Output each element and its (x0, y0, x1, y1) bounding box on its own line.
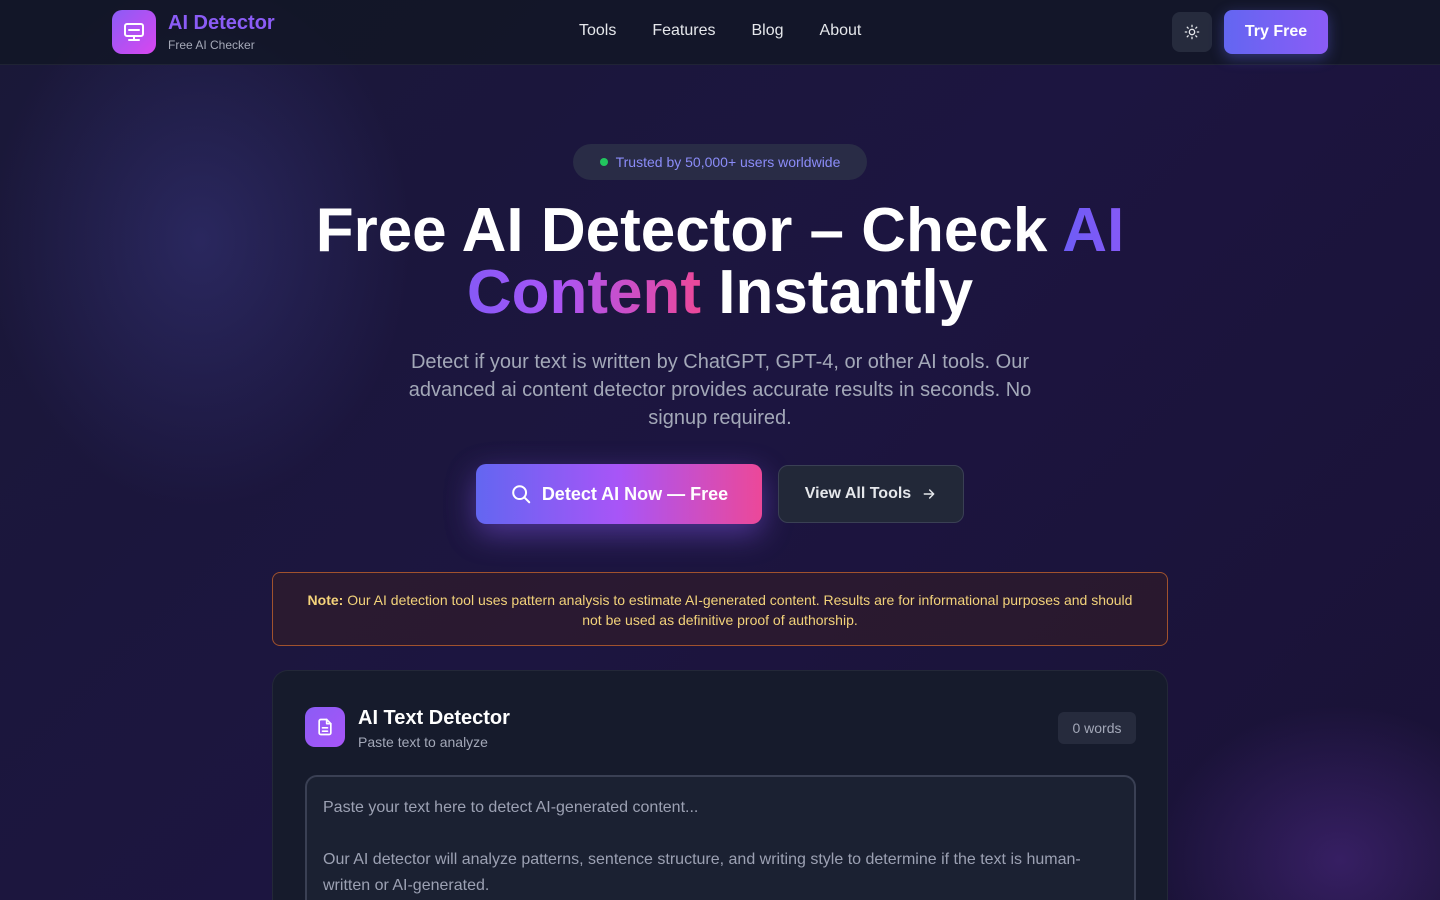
top-navbar: AI Detector Free AI Checker Tools Featur… (0, 0, 1440, 65)
hero-title-part2: Instantly (701, 258, 974, 327)
nav-links: Tools Features Blog About (579, 22, 861, 40)
hero-title: Free AI Detector – Check AI Content Inst… (220, 200, 1220, 324)
view-all-tools-button[interactable]: View All Tools (778, 465, 964, 523)
word-count-badge: 0 words (1058, 712, 1136, 744)
sun-icon (1184, 24, 1200, 40)
note-label: Note: (307, 592, 344, 608)
trust-badge-text: Trusted by 50,000+ users worldwide (615, 154, 841, 170)
theme-toggle-button[interactable] (1172, 12, 1212, 52)
detector-title: AI Text Detector (358, 707, 510, 729)
document-icon (305, 707, 345, 747)
brand-title[interactable]: AI Detector (168, 12, 275, 35)
arrow-right-icon (923, 489, 935, 499)
view-all-tools-label: View All Tools (804, 485, 912, 502)
search-icon (512, 485, 531, 504)
nav-link-about[interactable]: About (820, 22, 862, 40)
logo-icon[interactable] (112, 10, 156, 54)
note-text: Our AI detection tool uses pattern analy… (343, 592, 1133, 628)
nav-link-blog[interactable]: Blog (752, 22, 784, 40)
hero-subtitle: Detect if your text is written by ChatGP… (408, 351, 1032, 429)
trust-badge: Trusted by 50,000+ users worldwide (573, 144, 867, 180)
nav-link-features[interactable]: Features (652, 22, 715, 40)
try-free-button[interactable]: Try Free (1224, 10, 1328, 54)
detect-ai-now-button[interactable]: Detect AI Now — Free (476, 464, 762, 524)
detector-subtitle: Paste text to analyze (358, 734, 488, 750)
nav-link-tools[interactable]: Tools (579, 22, 616, 40)
disclaimer-note: Note: Our AI detection tool uses pattern… (272, 572, 1168, 646)
detect-ai-now-label: Detect AI Now — Free (541, 483, 729, 504)
status-dot-icon (599, 158, 608, 166)
text-input-area[interactable]: Paste your text here to detect AI-genera… (305, 775, 1136, 900)
brand-subtitle: Free AI Checker (168, 38, 255, 52)
hero-title-part1: Free AI Detector – Check (315, 196, 1063, 265)
ai-text-detector-card: AI Text Detector Paste text to analyze 0… (272, 670, 1168, 900)
